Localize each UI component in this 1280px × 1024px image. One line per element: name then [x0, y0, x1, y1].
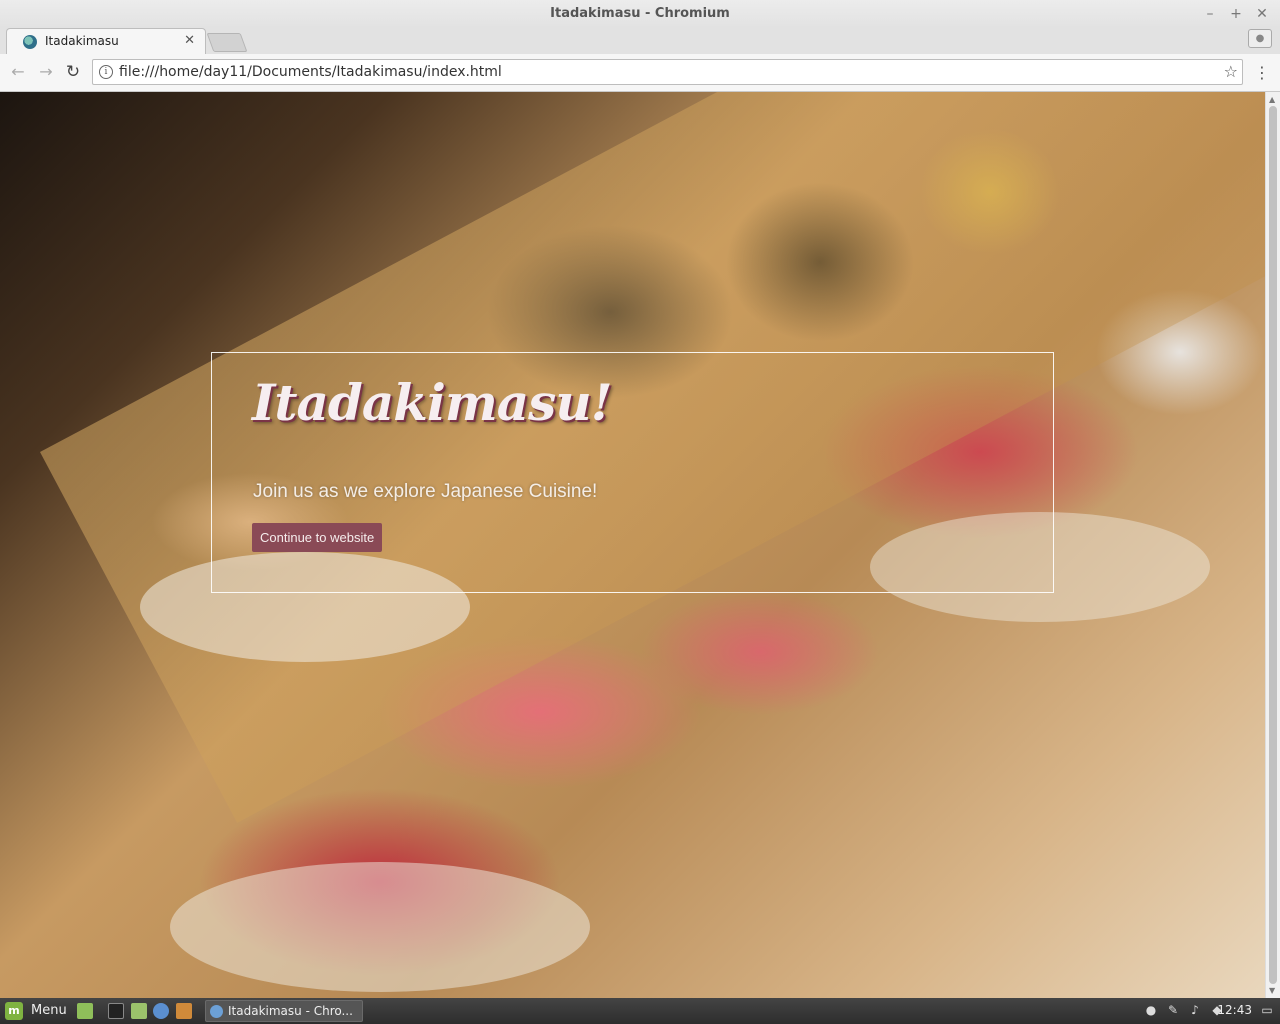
url-text[interactable]: file:///home/day11/Documents/Itadakimasu…: [119, 64, 502, 80]
rice-shape: [170, 862, 590, 992]
close-window-button[interactable]: ✕: [1252, 4, 1272, 24]
taskbar-window-chromium[interactable]: Itadakimasu - Chro...: [205, 1000, 363, 1022]
tab-strip: Itadakimasu ✕ ●: [0, 28, 1280, 54]
page-viewport: Itadakimasu! Join us as we explore Japan…: [0, 92, 1265, 998]
minimize-button[interactable]: –: [1200, 4, 1220, 24]
window-title: Itadakimasu - Chromium: [550, 6, 730, 21]
show-desktop-tray-icon[interactable]: ▭: [1260, 1003, 1274, 1017]
terminal-icon[interactable]: [108, 1003, 124, 1019]
browser-launcher-icon[interactable]: [153, 1003, 169, 1019]
clock: 12:43: [1217, 1003, 1252, 1017]
user-icon[interactable]: ●: [1144, 1003, 1158, 1017]
bookmark-star-icon[interactable]: ☆: [1224, 62, 1238, 81]
tab-title: Itadakimasu: [45, 34, 119, 48]
tab-close-icon[interactable]: ✕: [184, 33, 195, 48]
page-tagline: Join us as we explore Japanese Cuisine!: [253, 481, 598, 502]
start-menu-button[interactable]: Menu: [31, 1003, 67, 1018]
reload-button[interactable]: ↻: [63, 62, 83, 82]
browser-menu-icon[interactable]: ⋮: [1254, 63, 1270, 82]
taskbar-window-label: Itadakimasu - Chro...: [228, 1004, 353, 1018]
browser-toolbar: ← → ↻ i file:///home/day11/Documents/Ita…: [0, 54, 1280, 92]
continue-button[interactable]: Continue to website: [252, 523, 383, 552]
system-taskbar: m Menu Itadakimasu - Chro... ● ✎ ♪ ◆ 12:…: [0, 998, 1280, 1024]
show-desktop-icon[interactable]: [77, 1003, 93, 1019]
back-button[interactable]: ←: [8, 62, 28, 82]
page-heading: Itadakimasu!: [252, 373, 613, 432]
file-manager-icon[interactable]: [131, 1003, 147, 1019]
address-bar[interactable]: i file:///home/day11/Documents/Itadakima…: [92, 59, 1243, 85]
profile-icon[interactable]: ●: [1248, 29, 1272, 48]
scrollbar-thumb[interactable]: [1269, 106, 1277, 984]
forward-button[interactable]: →: [36, 62, 56, 82]
window-titlebar: Itadakimasu - Chromium – + ✕: [0, 0, 1280, 28]
scroll-down-icon[interactable]: ▼: [1269, 986, 1275, 995]
app-launcher-icon[interactable]: [176, 1003, 192, 1019]
site-favicon-icon: [23, 35, 37, 49]
hero-box: Itadakimasu! Join us as we explore Japan…: [211, 352, 1054, 593]
mint-logo-icon[interactable]: m: [5, 1002, 23, 1020]
maximize-button[interactable]: +: [1226, 4, 1246, 24]
vertical-scrollbar[interactable]: ▲ ▼: [1265, 92, 1280, 998]
volume-icon[interactable]: ♪: [1188, 1003, 1202, 1017]
new-tab-button[interactable]: [206, 33, 248, 52]
tab-itadakimasu[interactable]: Itadakimasu ✕: [6, 28, 206, 54]
scroll-up-icon[interactable]: ▲: [1269, 95, 1275, 104]
page-info-icon[interactable]: i: [99, 65, 113, 79]
pen-icon[interactable]: ✎: [1166, 1003, 1180, 1017]
chromium-icon: [210, 1005, 223, 1018]
